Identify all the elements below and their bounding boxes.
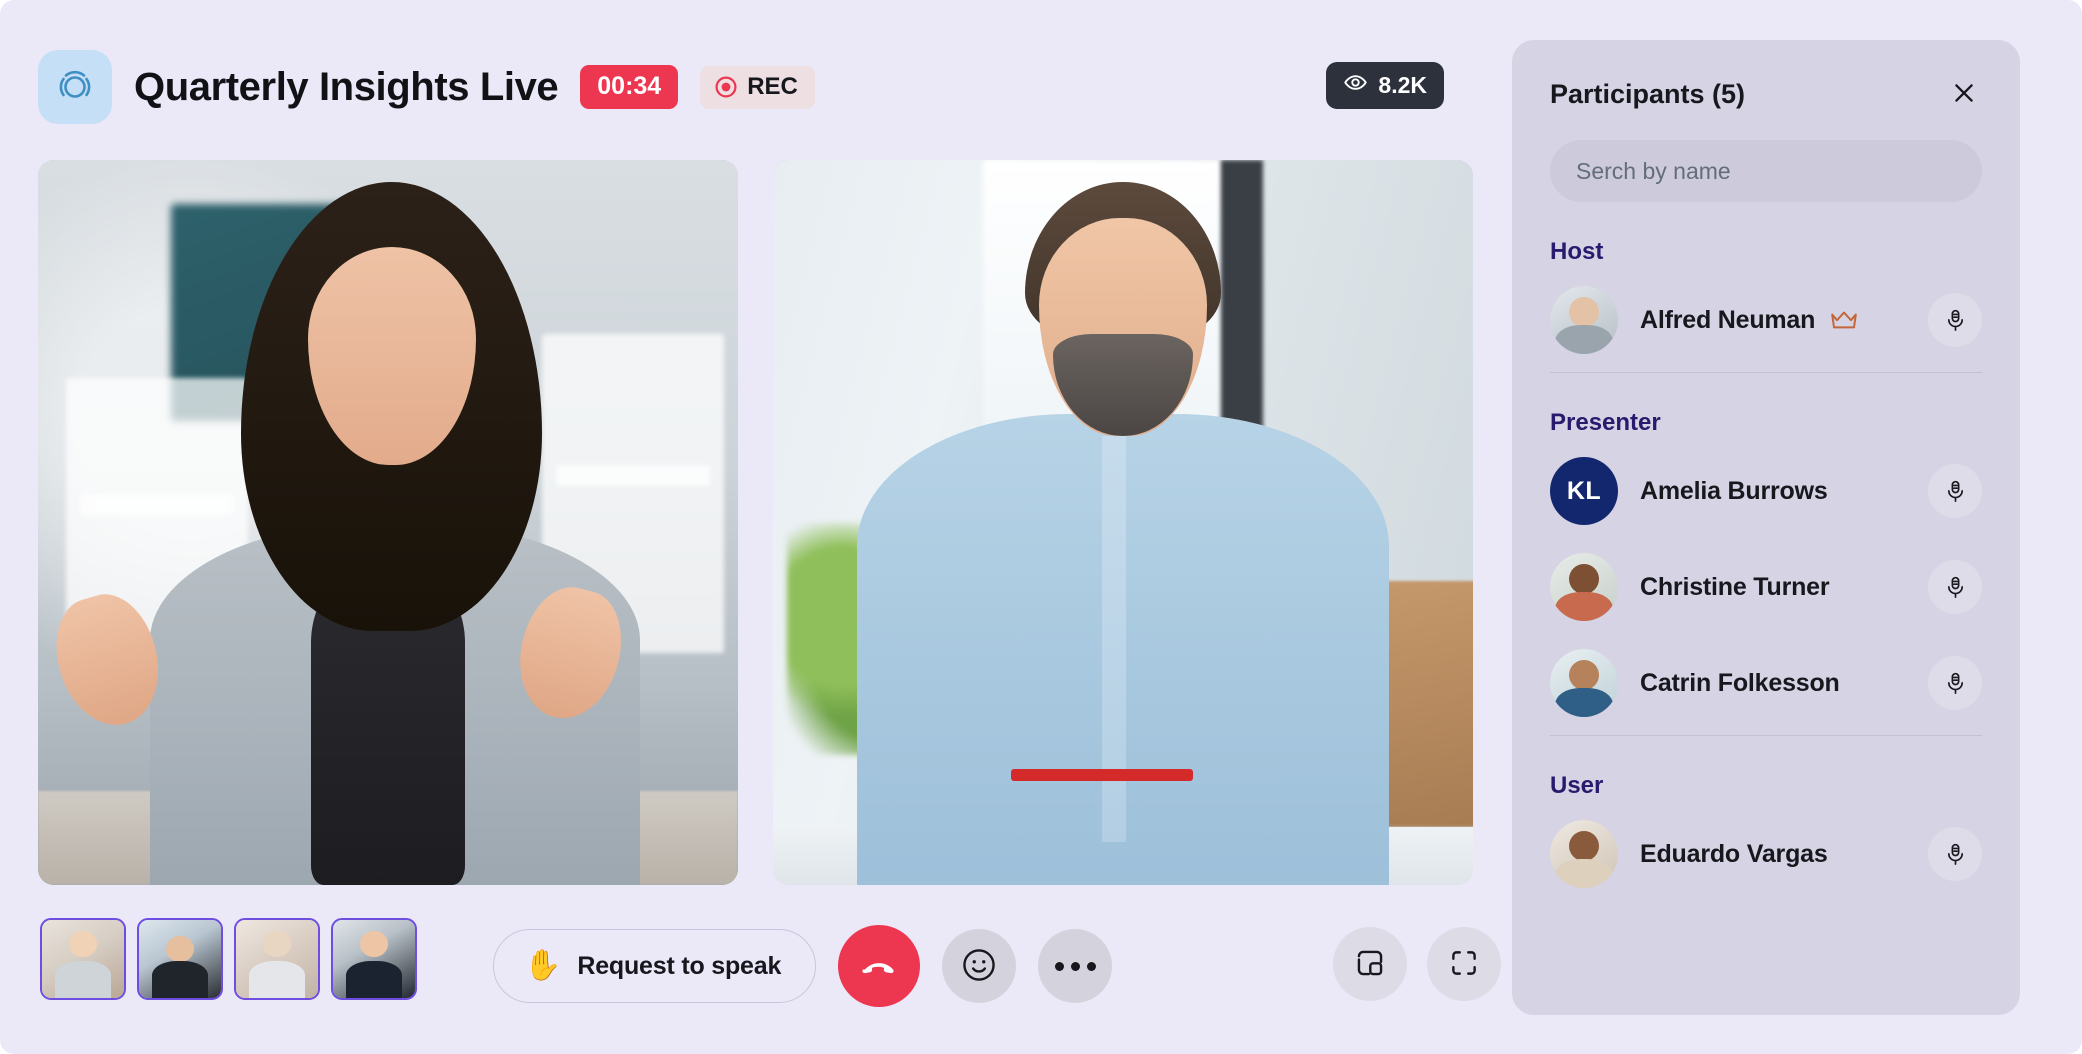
avatar — [1550, 553, 1618, 621]
thumbnail-3[interactable] — [234, 918, 320, 1000]
avatar — [1550, 286, 1618, 354]
smiley-face-icon — [960, 946, 998, 987]
participant-video-feed — [773, 160, 1473, 885]
close-panel-button[interactable] — [1946, 76, 1982, 112]
microphone-icon[interactable] — [1928, 560, 1982, 614]
page-title: Quarterly Insights Live — [134, 64, 559, 109]
record-dot-icon — [714, 75, 738, 99]
list-item[interactable]: Eduardo Vargas — [1550, 806, 1982, 902]
participant-name: Eduardo Vargas — [1640, 839, 1828, 868]
participant-name: Amelia Burrows — [1640, 476, 1828, 505]
app-header: Quarterly Insights Live 00:34 REC — [38, 48, 815, 126]
picture-in-picture-icon — [1353, 946, 1387, 983]
participant-name: Alfred Neuman — [1640, 305, 1816, 334]
eye-icon — [1343, 70, 1368, 101]
close-x-icon — [1950, 79, 1978, 110]
participants-panel: Participants (5) Host — [1512, 40, 2020, 1015]
group-label-user: User — [1550, 772, 1604, 799]
list-item[interactable]: Christine Turner — [1550, 539, 1982, 635]
call-controls: ✋ Request to speak — [493, 925, 1113, 1007]
viewer-count-badge: 8.2K — [1326, 62, 1444, 109]
request-to-speak-label: Request to speak — [577, 951, 782, 980]
video-conference-app: Quarterly Insights Live 00:34 REC 8.2K ✋… — [0, 0, 2082, 1054]
recording-badge: REC — [700, 65, 815, 109]
broadcast-circle-icon — [38, 50, 112, 124]
recording-label: REC — [747, 72, 798, 100]
more-options-button[interactable] — [1038, 929, 1113, 1003]
participant-name: Catrin Folkesson — [1640, 668, 1840, 697]
group-label-host: Host — [1550, 238, 1604, 265]
participants-list: Host Alfred Neuman Presenter KL Amelia B… — [1512, 238, 2020, 902]
avatar — [1550, 649, 1618, 717]
fullscreen-button[interactable] — [1427, 927, 1501, 1001]
fullscreen-expand-icon — [1447, 946, 1481, 983]
microphone-icon[interactable] — [1928, 293, 1982, 347]
microphone-icon[interactable] — [1928, 656, 1982, 710]
microphone-icon[interactable] — [1928, 464, 1982, 518]
main-video-tile-2[interactable] — [773, 160, 1473, 885]
participant-search — [1512, 112, 2020, 202]
thumbnail-2[interactable] — [137, 918, 223, 1000]
microphone-icon[interactable] — [1928, 827, 1982, 881]
search-input[interactable] — [1550, 140, 1982, 202]
crown-icon — [1829, 308, 1859, 332]
viewer-count-value: 8.2K — [1378, 72, 1427, 98]
participant-name: Christine Turner — [1640, 572, 1830, 601]
thumbnail-4[interactable] — [331, 918, 417, 1000]
raised-hand-icon: ✋ — [524, 949, 562, 982]
request-to-speak-button[interactable]: ✋ Request to speak — [493, 929, 817, 1003]
main-video-tile-1[interactable] — [38, 160, 738, 885]
picture-in-picture-button[interactable] — [1333, 927, 1407, 1001]
participants-panel-header: Participants (5) — [1512, 40, 2020, 112]
more-ellipsis-icon — [1054, 961, 1096, 971]
participants-title: Participants (5) — [1550, 78, 1746, 109]
divider — [1550, 372, 1982, 373]
list-item[interactable]: Alfred Neuman — [1550, 272, 1982, 368]
thumbnail-strip — [40, 918, 417, 1000]
reaction-button[interactable] — [942, 929, 1017, 1003]
session-timer: 00:34 — [580, 65, 679, 109]
avatar: KL — [1550, 457, 1618, 525]
thumbnail-1[interactable] — [40, 918, 126, 1000]
list-item[interactable]: KL Amelia Burrows — [1550, 443, 1982, 539]
list-item[interactable]: Catrin Folkesson — [1550, 635, 1982, 731]
view-controls — [1333, 927, 1501, 1001]
avatar — [1550, 820, 1618, 888]
end-call-button[interactable] — [838, 925, 921, 1007]
group-label-presenter: Presenter — [1550, 409, 1661, 436]
end-call-handset-icon — [859, 945, 899, 988]
divider — [1550, 735, 1982, 736]
participant-video-feed — [38, 160, 738, 885]
